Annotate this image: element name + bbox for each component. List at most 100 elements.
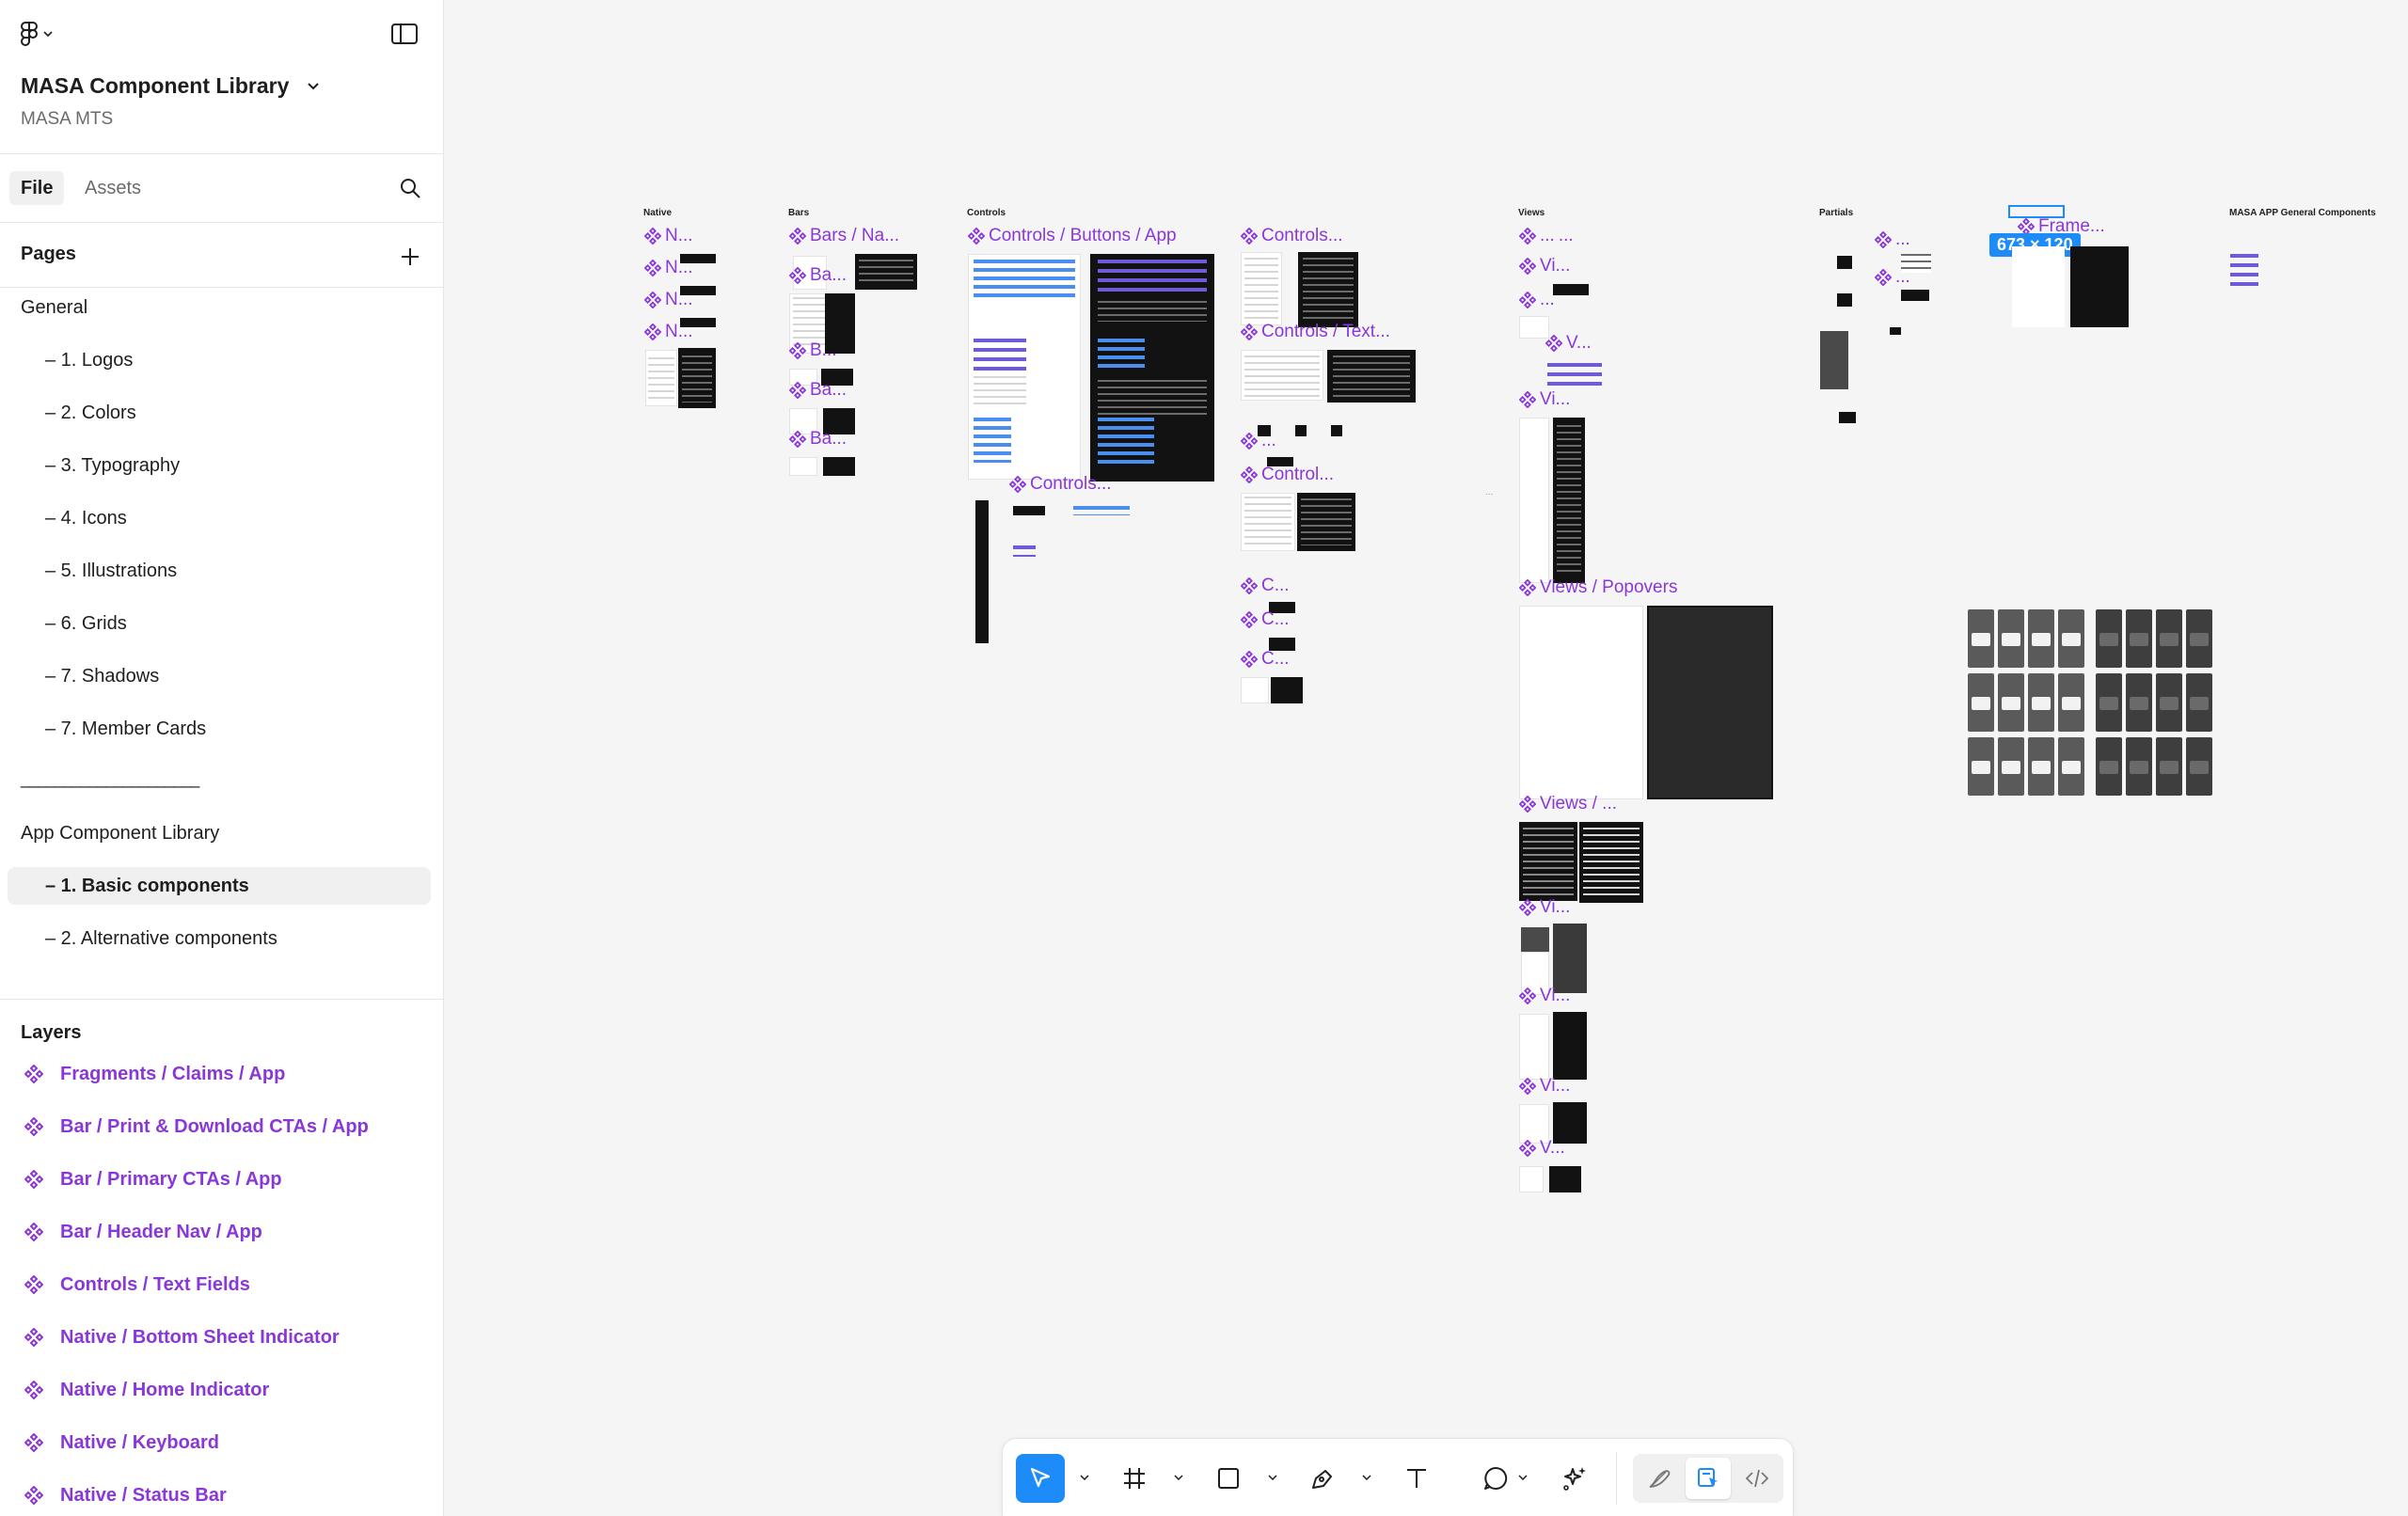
component-native-3[interactable]: N... [644,290,693,310]
draw-mode-button[interactable] [1637,1458,1682,1499]
component-views-10[interactable]: V... [1519,1138,1565,1159]
page-item[interactable]: – 2. Colors [8,394,431,432]
sidebar-toggle-button[interactable] [389,21,420,47]
actions-tool-button[interactable] [1550,1454,1599,1503]
plus-icon [402,248,419,265]
figma-logo-icon [21,22,38,46]
dev-mode-button[interactable] [1735,1458,1780,1499]
file-title[interactable]: MASA Component Library [21,73,320,99]
views-5-light [1519,418,1549,583]
component-partials-2[interactable]: ... [1875,267,1910,288]
design-mode-button[interactable] [1686,1458,1731,1499]
shape-tool-caret[interactable] [1266,1471,1279,1484]
component-bars-3[interactable]: B... [789,340,837,361]
component-icon [1519,796,1536,813]
page-item[interactable]: – 3. Typography [8,447,431,484]
popover-thumb [2186,673,2212,732]
popover-thumb [2058,609,2084,668]
file-project-name[interactable]: MASA MTS [21,109,113,130]
component-icon [1875,269,1892,286]
layer-item[interactable]: Bar / Print & Download CTAs / App [0,1106,443,1147]
page-item[interactable]: – 2. Alternative components [8,920,431,957]
layer-item[interactable]: Native / Status Bar [0,1475,443,1516]
pen-tool-caret[interactable] [1360,1471,1373,1484]
component-bars-nav[interactable]: Bars / Na... [789,226,899,246]
controls-check-3 [1331,425,1342,436]
component-bars-2[interactable]: Ba... [789,265,847,286]
chevron-down-icon [1518,1475,1528,1480]
page-item[interactable]: – 6. Grids [8,605,431,642]
component-controls-dots[interactable]: ... [1241,431,1276,451]
layer-item[interactable]: Bar / Primary CTAs / App [0,1159,443,1200]
component-views-4[interactable]: V... [1545,333,1592,354]
page-app-component-library[interactable]: App Component Library [8,814,431,852]
comment-tool-button[interactable] [1471,1454,1520,1503]
add-page-button[interactable] [395,242,425,272]
popover-card [1972,633,1990,646]
component-controls-2[interactable]: Controls... [1241,226,1343,246]
component-icon [644,292,661,308]
component-icon [1241,228,1258,245]
move-tool-caret[interactable] [1078,1471,1091,1484]
component-c-3[interactable]: C... [1241,649,1290,670]
component-c-2[interactable]: C... [1241,609,1290,630]
component-controls-text[interactable]: Controls / Text... [1241,322,1390,342]
popover-thumb [2156,737,2182,796]
page-item[interactable]: – 5. Illustrations [8,552,431,590]
component-controls-small[interactable]: Controls... [1009,474,1112,495]
page-item[interactable]: – 7. Member Cards [8,710,431,748]
component-icon [1241,324,1258,340]
component-views-8[interactable]: Vi... [1519,986,1570,1006]
component-native-4[interactable]: N... [644,322,693,342]
buttons-blue-rows-2 [974,418,1011,463]
component-bars-5[interactable]: Ba... [789,429,847,450]
frame-tool-caret[interactable] [1172,1471,1185,1484]
search-button[interactable] [395,173,425,203]
page-item[interactable]: – 4. Icons [8,499,431,537]
component-native-2[interactable]: N... [644,258,693,278]
page-item[interactable]: – 1. Logos [8,341,431,379]
text-tool-button[interactable] [1392,1454,1441,1503]
popover-card [2099,761,2118,774]
views-6-rows-2 [1583,828,1640,899]
layer-item[interactable]: Native / Home Indicator [0,1369,443,1411]
component-icon [24,1117,43,1136]
tab-file[interactable]: File [9,171,65,205]
main-menu-button[interactable] [21,19,68,49]
component-views-popovers[interactable]: Views / Popovers [1519,577,1677,598]
component-bars-4[interactable]: Ba... [789,380,847,401]
comment-tool-caret[interactable] [1516,1471,1529,1484]
component-native-1[interactable]: N... [644,226,693,246]
page-divider[interactable]: _____________________ [21,769,199,789]
component-views-5[interactable]: Vi... [1519,389,1570,410]
canvas[interactable]: Native Bars Controls Views Partials MASA… [445,0,2408,1516]
component-partials-1[interactable]: ... [1875,229,1910,250]
component-views-6[interactable]: Views / ... [1519,794,1617,814]
page-item[interactable]: – 7. Shadows [8,657,431,695]
component-views-2[interactable]: Vi... [1519,256,1570,276]
component-controls-buttons[interactable]: Controls / Buttons / App [968,226,1177,246]
layer-item[interactable]: Bar / Header Nav / App [0,1211,443,1253]
views-10-dark [1549,1166,1581,1192]
layer-item[interactable]: Native / Bottom Sheet Indicator [0,1317,443,1358]
tab-assets[interactable]: Assets [73,171,152,205]
component-control[interactable]: Control... [1241,465,1334,485]
component-icon [1519,258,1536,275]
component-views-3[interactable]: ... [1519,290,1555,310]
layer-item[interactable]: Native / Keyboard [0,1422,443,1463]
component-views-1[interactable]: ...... [1519,226,1574,246]
page-item-selected[interactable]: – 1. Basic components [8,867,431,905]
pen-tool-button[interactable] [1298,1454,1347,1503]
layer-item[interactable]: Controls / Text Fields [0,1264,443,1305]
frame-tool-button[interactable] [1110,1454,1159,1503]
component-views-7[interactable]: Vi... [1519,897,1570,918]
page-general[interactable]: General [8,289,431,326]
move-tool-button[interactable] [1016,1454,1065,1503]
popovers-dark [1647,606,1773,799]
component-c-1[interactable]: C... [1241,576,1290,596]
layer-item[interactable]: Fragments / Claims / App [0,1053,443,1095]
shape-tool-button[interactable] [1204,1454,1253,1503]
popover-thumb [2058,673,2084,732]
component-views-9[interactable]: Vi... [1519,1076,1570,1097]
component-icon [1519,1140,1536,1157]
